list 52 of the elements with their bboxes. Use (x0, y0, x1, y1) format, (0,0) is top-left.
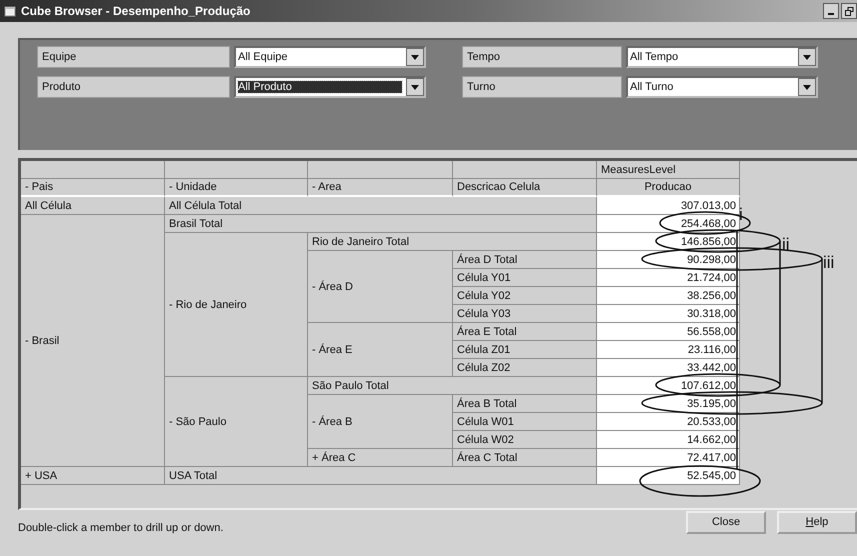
member-cell[interactable]: - Rio de Janeiro (165, 233, 308, 377)
value-cell: 307.013,00 (597, 197, 740, 215)
value-cell: 33.442,00 (597, 359, 740, 377)
total-cell: Brasil Total (165, 215, 597, 233)
total-cell: Rio de Janeiro Total (308, 233, 597, 251)
total-cell: All Célula Total (165, 197, 597, 215)
window-icon (4, 5, 16, 17)
member-cell[interactable]: All Célula (21, 197, 165, 215)
value-cell: 52.545,00 (597, 467, 740, 485)
total-cell: USA Total (165, 467, 597, 485)
total-cell: São Paulo Total (308, 377, 597, 395)
filter-label: Produto (37, 76, 230, 98)
column-header: MeasuresLevel (597, 161, 740, 179)
value-cell: 30.318,00 (597, 305, 740, 323)
column-header[interactable]: Descricao Celula (453, 179, 597, 197)
filter-dropdown[interactable]: All Turno (626, 76, 818, 98)
member-cell[interactable]: - São Paulo (165, 377, 308, 467)
value-cell: 107.612,00 (597, 377, 740, 395)
minimize-icon[interactable] (823, 3, 839, 19)
member-cell[interactable]: - Brasil (21, 215, 165, 467)
value-cell: 72.417,00 (597, 449, 740, 467)
member-cell[interactable]: - Área E (308, 323, 453, 377)
filter-label: Turno (462, 76, 622, 98)
close-button[interactable]: Close (686, 510, 766, 534)
member-cell[interactable]: + Área C (308, 449, 453, 467)
member-cell[interactable]: + USA (21, 467, 165, 485)
filter-dropdown[interactable]: All Tempo (626, 46, 818, 68)
filter-label: Equipe (37, 46, 230, 68)
value-cell: 90.298,00 (597, 251, 740, 269)
status-text: Double-click a member to drill up or down. (18, 522, 224, 534)
filter-dropdown[interactable]: All Produto (234, 76, 426, 98)
value-cell: 20.533,00 (597, 413, 740, 431)
value-cell: 146.856,00 (597, 233, 740, 251)
value-cell: 23.116,00 (597, 341, 740, 359)
member-cell[interactable]: - Área B (308, 395, 453, 449)
filter-dropdown[interactable]: All Equipe (234, 46, 426, 68)
value-cell: 35.195,00 (597, 395, 740, 413)
value-cell: 56.558,00 (597, 323, 740, 341)
restore-icon[interactable] (841, 3, 857, 19)
member-cell[interactable]: - Área D (308, 251, 453, 323)
annotation-label: ii (782, 235, 790, 254)
value-cell: 38.256,00 (597, 287, 740, 305)
value-cell: 21.724,00 (597, 269, 740, 287)
column-header[interactable]: - Unidade (165, 179, 308, 197)
column-header[interactable]: - Pais (21, 179, 165, 197)
window-title: Cube Browser - Desempenho_Produção (21, 4, 250, 18)
column-header[interactable]: - Area (308, 179, 453, 197)
filter-label: Tempo (462, 46, 622, 68)
help-button[interactable]: Help (777, 510, 857, 534)
value-cell: 254.468,00 (597, 215, 740, 233)
annotation-label: iii (823, 253, 834, 272)
value-cell: 14.662,00 (597, 431, 740, 449)
